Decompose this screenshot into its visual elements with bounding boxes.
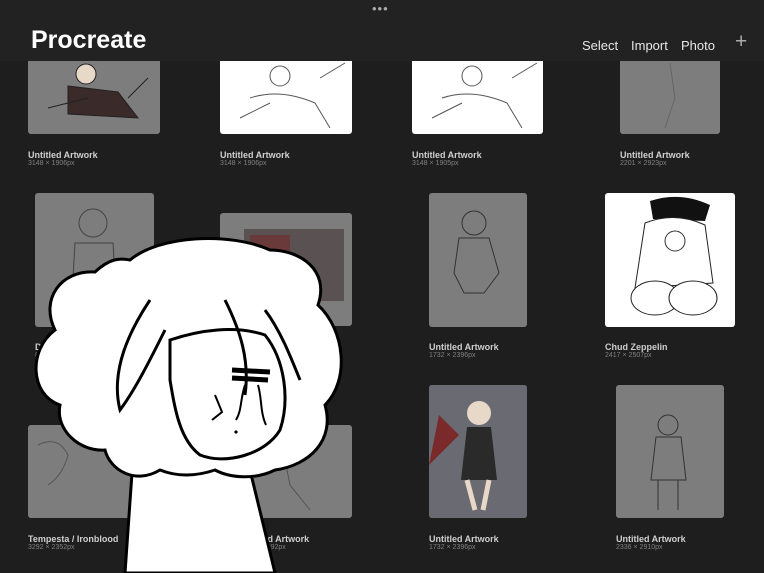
more-dots-icon[interactable]: ••• [372,1,389,16]
artwork-dimensions: 3148 × 1905px [412,160,459,167]
top-bar: ••• Procreate Select Import Photo + [0,0,764,61]
artwork-thumbnail[interactable] [412,58,543,134]
artwork-title: Untitled Artwork [412,150,482,160]
artwork-title: Untitled Artwork [220,150,290,160]
artwork-thumbnail[interactable] [429,385,527,518]
artwork-thumbnail[interactable] [220,58,352,134]
artwork-dimensions: 1732 × 2396px [429,544,476,551]
artwork-dimensions: 2417 × 2507px [605,352,652,359]
artwork-thumbnail[interactable] [28,425,160,518]
artwork-thumbnail[interactable] [429,193,527,327]
sketch-icon [453,210,500,294]
artwork-thumbnail[interactable] [220,213,352,326]
artwork-dimensions: 2336 × 2910px [616,544,663,551]
artwork-title: Dol [35,342,50,352]
artwork-title: Untitled Artwork [620,150,690,160]
sketch-icon [279,434,311,511]
sketch-icon [239,62,346,129]
sketch-icon [431,62,538,129]
app-title: Procreate [31,26,147,54]
sketch-icon [650,414,687,510]
artwork-dimensions: 1 3292px [257,544,286,551]
plus-icon[interactable]: + [735,31,747,52]
artwork-thumbnail[interactable] [605,193,735,327]
artwork-dimensions: 3292 × 2352px [28,544,75,551]
artwork-title: Chud Zeppelin [605,342,668,352]
artwork-title: Untitled Artwork [28,150,98,160]
character-portrait-icon [630,196,718,316]
photo-button[interactable]: Photo [681,38,715,53]
artwork-dimensions: 846 [35,352,47,359]
artwork-title: Untitled Artwork [429,534,499,544]
artwork-dimensions: 1732 × 2396px [429,352,476,359]
artwork-thumbnail[interactable] [620,58,720,134]
select-button[interactable]: Select [582,38,618,53]
artwork-dimensions: 2201 × 2923px [620,160,667,167]
artwork-title: Untitled Artwork [616,534,686,544]
artwork-title: Untitled Artwork [429,342,499,352]
character-illustration-icon [429,385,527,518]
sketch-icon [37,441,69,486]
import-button[interactable]: Import [631,38,668,53]
artwork-dimensions: 3148 × 1906px [28,160,75,167]
sketch-icon [70,208,118,314]
sketch-icon [47,63,149,119]
artwork-dimensions: 3148 × 1906px [220,160,267,167]
artwork-thumbnail[interactable] [28,58,160,134]
artwork-title: Tempesta / Ironblood [28,534,119,544]
sketch-icon [664,62,676,129]
artwork-title: tled Artwork [257,534,310,544]
screenshot-preview-icon [244,229,344,301]
artwork-thumbnail[interactable] [35,193,154,327]
artwork-thumbnail[interactable] [220,425,352,518]
artwork-thumbnail[interactable] [616,385,724,518]
